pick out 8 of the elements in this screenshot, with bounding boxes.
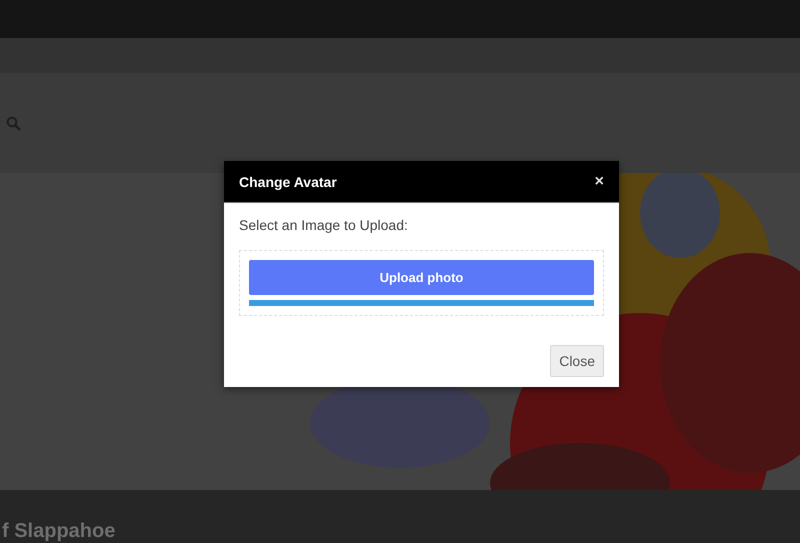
dialog-title: Change Avatar — [239, 174, 337, 190]
search-icon[interactable] — [6, 116, 21, 130]
close-button[interactable]: × — [594, 172, 604, 190]
close-button[interactable]: Close — [550, 345, 604, 377]
upload-prompt: Select an Image to Upload: — [239, 217, 409, 233]
drop-zone[interactable]: Upload photo — [239, 250, 604, 316]
upload-photo-button[interactable]: Upload photo — [249, 260, 594, 295]
section-heading: f Slappahoe — [2, 520, 116, 542]
